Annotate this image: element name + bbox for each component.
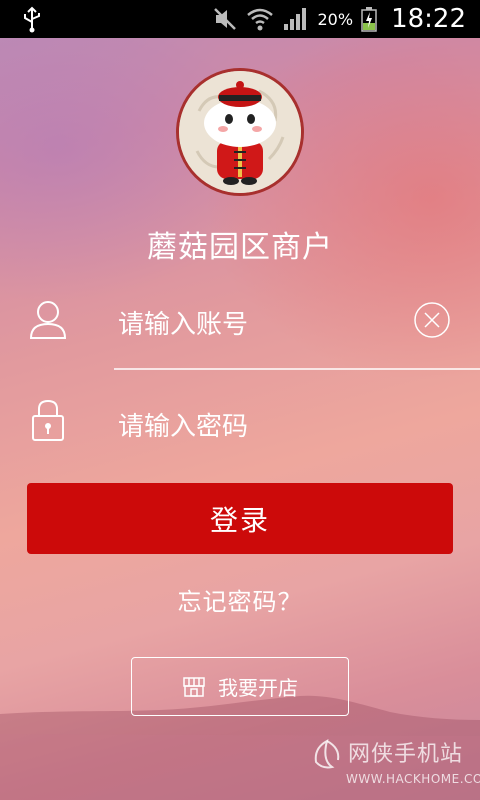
lock-icon <box>32 399 64 441</box>
usb-icon <box>24 6 40 33</box>
avatar <box>176 68 304 196</box>
watermark-name: 网侠手机站 <box>348 742 464 767</box>
forgot-password-link[interactable]: 忘记密码？ <box>0 582 480 617</box>
login-button-label: 登录 <box>209 503 270 537</box>
login-button[interactable]: 登录 <box>27 483 453 554</box>
signal-icon <box>283 8 306 30</box>
watermark: 网侠手机站 WWW.HACKHOME.COM <box>310 732 480 792</box>
mascot-image <box>179 71 301 193</box>
open-store-label: 我要开店 <box>218 676 298 700</box>
watermark-url: WWW.HACKHOME.COM <box>346 772 480 786</box>
password-input[interactable]: 请输入密码 <box>118 406 248 443</box>
battery-percent: 20% <box>317 9 354 29</box>
battery-charging-icon <box>361 7 377 32</box>
status-bar: 20% 18:22 <box>0 0 480 38</box>
clock: 18:22 <box>391 4 466 34</box>
watermark-logo-icon <box>314 739 340 769</box>
clear-input-icon[interactable] <box>413 301 451 339</box>
wifi-icon <box>246 8 273 31</box>
app-title: 蘑菇园区商户 <box>147 230 333 265</box>
user-icon <box>29 301 67 339</box>
open-store-button[interactable]: 我要开店 <box>131 657 349 716</box>
mute-icon <box>213 8 236 30</box>
account-input[interactable]: 请输入账号 <box>118 304 248 341</box>
field-divider <box>114 368 480 370</box>
store-icon <box>183 676 205 697</box>
